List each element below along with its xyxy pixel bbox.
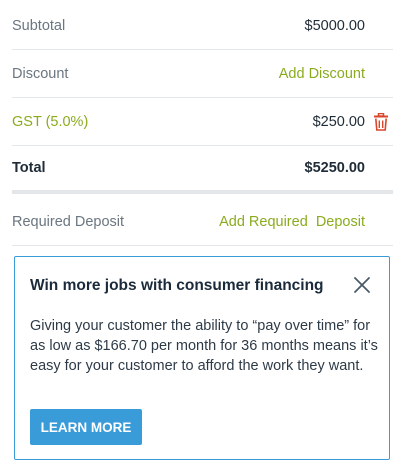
total-row: Total $5250.00 [12,146,393,194]
promo-title: Win more jobs with consumer financing [30,277,324,294]
subtotal-row: Subtotal $5000.00 [12,2,393,50]
gst-label: GST (5.0%) [12,113,89,130]
discount-label: Discount [12,65,69,82]
gst-value: $250.00 [312,113,365,130]
promo-body: Giving your customer the ability to “pay… [30,318,378,374]
add-required-deposit-link[interactable]: Add Required Deposit [219,214,365,230]
learn-more-button[interactable]: LEARN MORE [30,409,142,445]
subtotal-label: Subtotal [12,17,66,34]
total-label: Total [12,160,46,176]
trash-icon[interactable] [373,112,389,131]
add-discount-link[interactable]: Add Discount [279,66,365,82]
total-value: $5250.00 [304,160,365,176]
gst-value-group: $250.00 [312,112,393,131]
discount-row: Discount Add Discount [12,50,393,98]
subtotal-value: $5000.00 [304,17,365,34]
gst-row: GST (5.0%) $250.00 [12,98,393,146]
close-icon[interactable] [353,276,371,294]
required-deposit-label: Required Deposit [12,213,125,230]
required-deposit-row: Required Deposit Add Required Deposit [12,198,393,246]
financing-promo-card: Win more jobs with consumer financing Gi… [14,256,390,460]
